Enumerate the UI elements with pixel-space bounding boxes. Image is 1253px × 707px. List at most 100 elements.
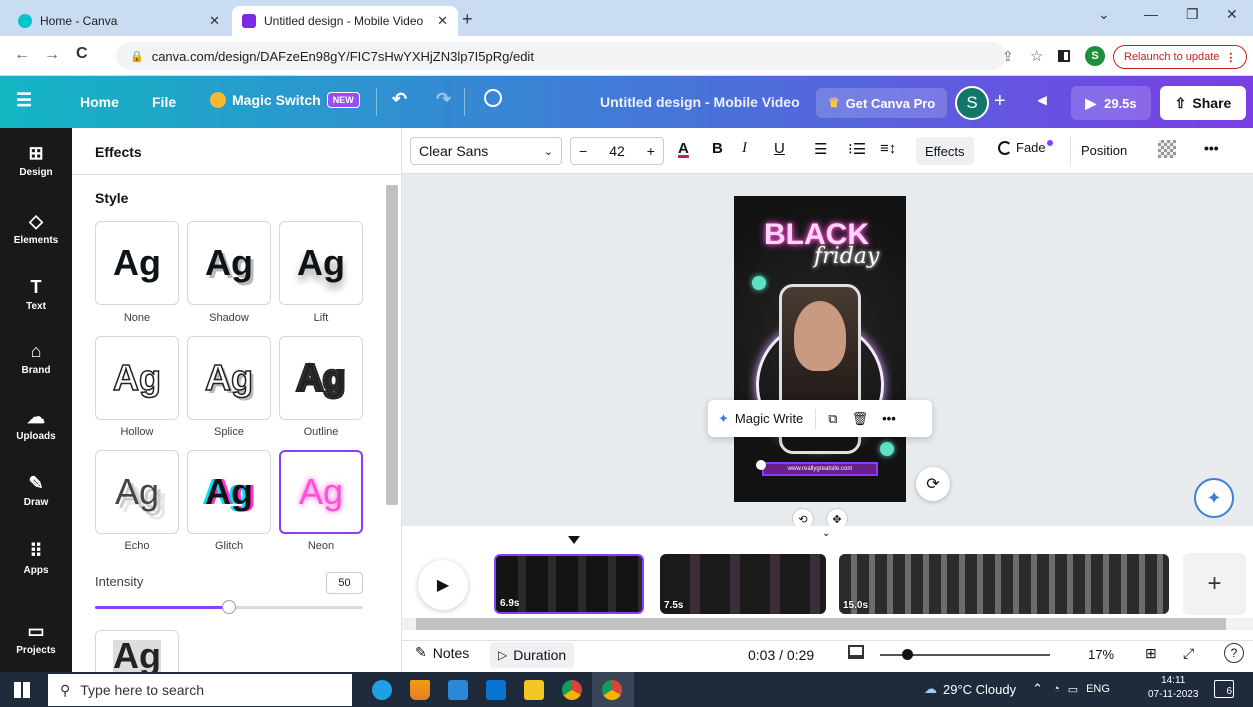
document-title[interactable]: Untitled design - Mobile Video [600,94,800,110]
website-text[interactable]: www.reallygreatsite.com [762,462,878,476]
timeline-clip[interactable]: 6.9s [492,552,646,616]
font-size-value[interactable]: 42 [609,143,625,159]
style-card-splice[interactable]: Ag [187,336,271,420]
playhead-icon[interactable] [568,536,580,544]
position-button[interactable]: Position [1081,143,1127,158]
canvas-scrollbar[interactable] [1242,178,1250,518]
style-card-hollow[interactable]: Ag [95,336,179,420]
bookmark-star-icon[interactable]: ☆ [1030,47,1043,65]
collapse-timeline-chevron-icon[interactable]: ⌄ [822,528,830,539]
zoom-level[interactable]: 17% [1088,647,1114,662]
chrome-profile-icon[interactable] [602,680,622,700]
reload-icon[interactable]: C [76,45,88,63]
share-button[interactable]: ⇧ Share [1160,86,1246,120]
timeline-clip[interactable]: 15.0s [839,554,1169,614]
hamburger-menu-icon[interactable]: ☰ [16,90,32,111]
spacing-icon[interactable]: ≡↕ [880,140,896,157]
insights-chart-icon[interactable]: ⫷ [1038,92,1047,110]
magic-switch-menu[interactable]: Magic Switch NEW [210,92,360,108]
fade-animation-button[interactable]: Fade [998,140,1053,155]
selection-handle[interactable] [756,460,766,470]
fullscreen-icon[interactable]: ⤢ [1183,645,1194,662]
side-panel-icon[interactable] [1058,50,1070,62]
style-card-outline[interactable]: Ag [279,336,363,420]
help-icon[interactable]: ? [1224,643,1244,663]
redo-icon[interactable]: ↷ [436,89,451,110]
style-card-partial[interactable]: Ag [95,630,179,672]
duration-button[interactable]: ▷ Duration [490,642,575,668]
minimize-icon[interactable]: — [1144,6,1158,22]
duplicate-icon[interactable]: ⧉ [828,411,837,427]
chrome-icon[interactable] [562,680,582,700]
rotate-refresh-button[interactable]: ⟳ [916,467,950,501]
browser-tab-untitled-design[interactable]: Untitled design - Mobile Video ✕ [232,6,458,36]
mail-icon[interactable] [486,680,506,700]
magic-write-button[interactable]: Magic Write [735,411,803,426]
timeline-scrollbar[interactable] [402,618,1253,630]
rail-item-text[interactable]: T Text [0,276,72,313]
rail-item-apps[interactable]: ⠿ Apps [0,540,72,577]
language-indicator[interactable]: ENG [1086,683,1110,695]
underline-icon[interactable]: U [774,140,785,157]
restore-icon[interactable]: ❐ [1186,6,1199,23]
font-size-stepper[interactable]: − 42 + [570,137,664,165]
intensity-input[interactable]: 50 [326,572,363,594]
edge-browser-icon[interactable] [372,680,392,700]
rail-item-elements[interactable]: ◇ Elements [0,210,72,247]
script-text[interactable]: friday [814,244,879,269]
network-icon[interactable]: ◔ [1053,683,1060,695]
effects-button[interactable]: Effects [916,137,974,165]
new-tab-icon[interactable]: + [462,9,473,30]
clock[interactable]: 14:11 07-11-2023 [1148,674,1198,702]
notes-button[interactable]: ✎ Notes [415,644,469,661]
style-card-lift[interactable]: Ag [279,221,363,305]
bold-icon[interactable]: B [712,140,723,157]
font-family-select[interactable]: Clear Sans ⌄ [410,137,562,165]
close-tab-icon[interactable]: ✕ [437,13,448,29]
get-canva-pro-button[interactable]: ♛ Get Canva Pro [816,88,948,118]
tab-search-chevron-icon[interactable]: ⌄ [1098,6,1110,23]
present-play-button[interactable]: ▶ 29.5s [1071,86,1151,120]
design-page[interactable]: BLACK friday www.reallygreatsite.com [734,196,906,502]
add-page-button[interactable]: + [1183,553,1246,615]
vlc-icon[interactable] [410,680,430,700]
grid-view-icon[interactable]: ⊞ [1145,645,1157,662]
more-options-icon[interactable]: ••• [882,411,896,426]
store-icon[interactable] [448,680,468,700]
italic-icon[interactable]: I [742,140,747,157]
list-icon[interactable]: ⁝☰ [848,140,866,158]
rail-item-draw[interactable]: ✎ Draw [0,472,72,509]
align-center-icon[interactable]: ☰ [814,140,827,158]
relaunch-to-update-button[interactable]: Relaunch to update ⋮ [1113,45,1248,69]
timeline-clip[interactable]: 7.5s [660,554,826,614]
battery-icon[interactable]: ▭ [1068,683,1078,696]
task-view-icon[interactable] [328,680,348,700]
more-options-icon[interactable]: ••• [1204,140,1219,156]
panel-scrollbar[interactable] [386,185,398,505]
text-color-icon[interactable]: A [678,140,689,157]
share-page-icon[interactable]: ⇪ [1002,48,1014,65]
forward-arrow-icon[interactable]: → [44,46,60,64]
transparency-icon[interactable] [1158,140,1176,158]
decrease-size-button[interactable]: − [579,143,587,159]
rail-item-brand[interactable]: ⌂ Brand [0,340,72,377]
profile-avatar[interactable]: S [1085,46,1105,66]
user-avatar[interactable]: S [955,86,989,120]
intensity-slider-handle[interactable] [222,600,236,614]
rail-item-projects[interactable]: ▭ Projects [0,620,72,657]
style-card-none[interactable]: Ag [95,221,179,305]
style-card-neon[interactable]: Ag [279,450,363,534]
file-explorer-icon[interactable] [524,680,544,700]
trash-icon[interactable]: 🗑 [852,411,869,427]
rail-item-uploads[interactable]: ☁ Uploads [0,406,72,443]
cloud-saved-icon[interactable] [484,89,502,107]
taskbar-search-box[interactable]: ⚲ Type here to search [48,674,352,706]
back-arrow-icon[interactable]: ← [14,46,30,64]
style-card-glitch[interactable]: Ag [187,450,271,534]
url-bar[interactable]: 🔒 canva.com/design/DAFzeEn98gY/FIC7sHwYX… [116,42,1006,70]
windows-start-icon[interactable] [14,682,30,698]
weather-text[interactable]: 29°C Cloudy [943,682,1016,697]
add-collaborator-icon[interactable]: + [994,90,1006,113]
file-menu[interactable]: File [152,94,176,110]
timeline-scroll-thumb[interactable] [416,618,1226,630]
